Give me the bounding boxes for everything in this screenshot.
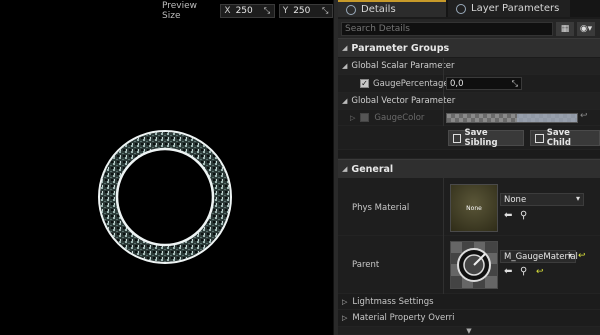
phys-material-label: Phys Material <box>352 203 410 213</box>
general-title: General <box>351 163 394 175</box>
gauge-material-thumb-icon <box>451 242 497 288</box>
preview-size-bar: Preview Size X 250 ⤡ Y 250 ⤡ <box>162 1 334 21</box>
grid-view-icon[interactable]: ▦ <box>556 21 574 36</box>
lightmass-settings-row[interactable]: ▷ Lightmass Settings <box>338 294 600 310</box>
panel-tabs: Details Layer Parameters <box>338 0 600 17</box>
y-value: 250 <box>293 6 311 16</box>
material-property-overrides-label: Material Property Overri <box>352 313 455 323</box>
scroll-down-indicator[interactable]: ▼ <box>338 327 600 335</box>
tab-details-label: Details <box>361 4 396 15</box>
save-icon <box>535 133 544 143</box>
tab-layer-parameters-label: Layer Parameters <box>471 3 560 14</box>
phys-material-row: Phys Material None None ▾ ⬅ ⚲ <box>338 178 600 236</box>
column-divider[interactable] <box>443 58 444 126</box>
tab-details[interactable]: Details <box>338 0 446 17</box>
x-value: 250 <box>235 6 253 16</box>
browse-search-icon[interactable]: ⚲ <box>520 210 527 221</box>
gauge-color-label: GaugeColor <box>374 112 425 123</box>
eye-visibility-icon[interactable]: ◉▾ <box>577 21 595 36</box>
lightmass-settings-label: Lightmass Settings <box>352 296 434 307</box>
save-buttons-row: Save Sibling Save Child <box>338 126 600 150</box>
parent-value: M_GaugeMaterial <box>504 251 578 262</box>
general-header[interactable]: ◢ General <box>338 159 600 178</box>
details-panel: Details Layer Parameters ▦ ◉▾ ◢ Paramete… <box>338 0 600 335</box>
vector-group-row[interactable]: ◢ Global Vector Parameter <box>338 93 600 110</box>
section-spacer <box>338 150 600 159</box>
gauge-percentage-row: ✓ GaugePercentage 0,0 ⤡ <box>338 75 600 93</box>
use-selected-arrow-icon[interactable]: ⬅ <box>504 266 512 277</box>
use-selected-arrow-icon[interactable]: ⬅ <box>504 210 512 221</box>
preview-size-x-field[interactable]: X 250 ⤡ <box>220 4 275 18</box>
x-axis-label: X <box>224 6 231 16</box>
parameter-groups-title: Parameter Groups <box>351 42 450 54</box>
phys-material-value: None <box>504 194 527 205</box>
parent-label: Parent <box>352 260 380 270</box>
reset-to-default-icon[interactable]: ↩ <box>578 251 586 261</box>
expand-triangle-icon: ◢ <box>342 62 348 70</box>
chevron-down-icon: ▾ <box>575 194 580 203</box>
layer-parameters-icon <box>456 3 466 14</box>
drag-handle-icon[interactable]: ⤡ <box>264 7 271 15</box>
material-property-overrides-row[interactable]: ▷ Material Property Overri <box>338 310 600 327</box>
gauge-color-swatch[interactable] <box>446 113 578 123</box>
gauge-percentage-value: 0,0 <box>450 78 464 89</box>
details-icon <box>346 4 356 15</box>
material-preview-viewport[interactable]: Preview Size X 250 ⤡ Y 250 ⤡ <box>0 0 334 335</box>
chevron-down-icon: ▾ <box>567 251 572 260</box>
save-child-label: Save Child <box>546 128 571 148</box>
save-child-button[interactable]: Save Child <box>530 128 600 148</box>
collapse-triangle-icon: ▷ <box>342 297 348 306</box>
parent-dropdown[interactable]: M_GaugeMaterial ▾ <box>500 250 578 263</box>
preview-size-y-field[interactable]: Y 250 ⤡ <box>278 4 334 18</box>
gauge-color-checkbox[interactable] <box>360 113 370 122</box>
collapse-triangle-icon[interactable]: ▷ <box>350 114 355 122</box>
phys-material-thumbnail[interactable]: None <box>450 184 498 232</box>
scalar-group-label: Global Scalar Parameter <box>351 61 455 71</box>
parent-row: Parent M_GaugeMaterial ▾ ↩ ⬅ ⚲ ↩ <box>338 236 600 294</box>
drag-handle-icon[interactable]: ⤡ <box>512 79 518 89</box>
expand-triangle-icon: ◢ <box>342 165 348 173</box>
reset-to-default-icon[interactable]: ↩ <box>536 267 544 277</box>
tab-layer-parameters[interactable]: Layer Parameters <box>448 0 570 17</box>
reset-arrow-icon[interactable]: ↩ <box>580 111 588 121</box>
chevron-down-icon: ▼ <box>466 326 472 335</box>
gauge-percentage-field[interactable]: 0,0 ⤡ <box>446 77 522 90</box>
drag-handle-icon[interactable]: ⤡ <box>322 7 329 15</box>
parent-material-thumbnail[interactable] <box>450 241 498 289</box>
expand-triangle-icon: ◢ <box>342 97 348 105</box>
expand-triangle-icon: ◢ <box>342 44 348 52</box>
collapse-triangle-icon: ▷ <box>342 314 348 322</box>
vector-group-label: Global Vector Parameter <box>351 96 456 106</box>
parameter-groups-header[interactable]: ◢ Parameter Groups <box>338 38 600 57</box>
phys-material-dropdown[interactable]: None ▾ <box>500 193 584 206</box>
scalar-group-row[interactable]: ◢ Global Scalar Parameter <box>338 58 600 75</box>
gauge-ring-preview <box>98 130 232 264</box>
search-row: ▦ ◉▾ <box>338 19 600 38</box>
y-axis-label: Y <box>282 6 289 16</box>
gauge-percentage-checkbox[interactable]: ✓ <box>360 79 369 88</box>
column-divider[interactable] <box>443 178 444 294</box>
save-sibling-label: Save Sibling <box>464 128 498 148</box>
search-input[interactable] <box>341 21 553 36</box>
preview-size-label: Preview Size <box>162 1 198 21</box>
phys-material-thumb-text: None <box>466 204 482 212</box>
save-sibling-button[interactable]: Save Sibling <box>448 128 524 148</box>
gauge-percentage-label: GaugePercentage <box>373 78 449 89</box>
browse-search-icon[interactable]: ⚲ <box>520 266 527 277</box>
gauge-color-row: ▷ GaugeColor ↩ <box>338 110 600 126</box>
save-icon <box>453 133 462 143</box>
